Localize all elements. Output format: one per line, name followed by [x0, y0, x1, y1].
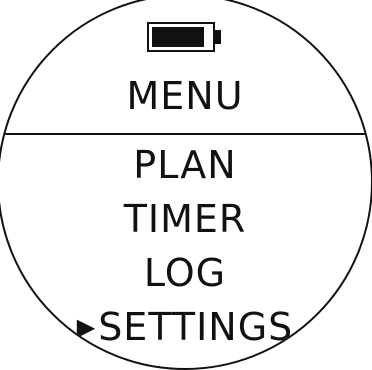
battery-tip [215, 30, 221, 44]
menu-item-plan[interactable]: PLAN [0, 138, 371, 192]
header-divider [0, 133, 371, 135]
menu-item-label: PLAN [133, 143, 237, 187]
menu-item-label: SETTINGS [98, 305, 294, 349]
selection-cursor-icon: ▶ [76, 313, 97, 341]
menu-list: PLAN TIMER LOG ▶ SETTINGS [0, 138, 371, 354]
menu-item-settings[interactable]: ▶ SETTINGS [0, 300, 371, 354]
menu-item-log[interactable]: LOG [0, 246, 371, 300]
round-display: MENU PLAN TIMER LOG ▶ SETTINGS [0, 0, 372, 370]
device-screen: MENU PLAN TIMER LOG ▶ SETTINGS [0, 0, 372, 370]
menu-item-label: LOG [143, 251, 227, 295]
menu-item-timer[interactable]: TIMER [0, 192, 371, 246]
battery-icon [147, 22, 221, 52]
battery-body [147, 22, 215, 52]
battery-level-fill [152, 27, 204, 47]
menu-item-label: TIMER [123, 197, 247, 241]
menu-title: MENU [126, 74, 244, 118]
